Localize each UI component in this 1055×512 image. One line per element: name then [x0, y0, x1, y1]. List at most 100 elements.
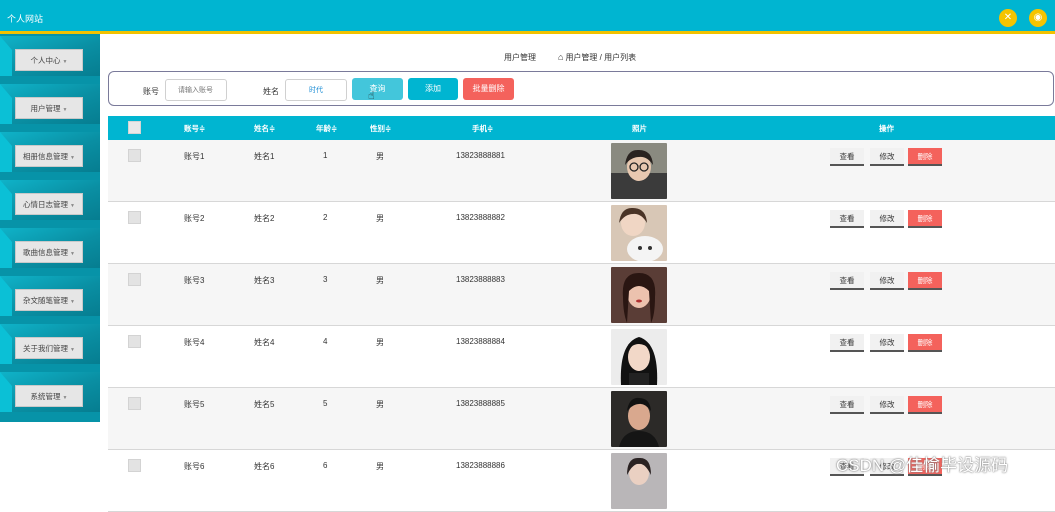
edit-button[interactable]: 修改	[870, 148, 904, 166]
main-content: 用户管理 ⌂用户管理 / 用户列表 账号 姓名 查询 添加 批量删除 ☝ 账号≑…	[100, 34, 1055, 512]
edit-button[interactable]: 修改	[870, 334, 904, 352]
chevron-down-icon: ▼	[70, 251, 75, 257]
row-checkbox[interactable]	[128, 397, 141, 410]
sidebar-item-personal-center[interactable]: 个人中心 ▼	[0, 36, 100, 76]
row-checkbox[interactable]	[128, 335, 141, 348]
name-label: 姓名	[263, 87, 279, 96]
delete-button[interactable]: 删除	[908, 210, 942, 228]
table-header: 账号≑ 姓名≑ 年龄≑ 性别≑ 手机≑ 照片 操作	[108, 116, 1055, 140]
sidebar-item-essays[interactable]: 杂文随笔管理 ▼	[0, 276, 100, 316]
cell-account: 账号6	[184, 462, 205, 471]
account-label: 账号	[143, 87, 159, 96]
header-gender[interactable]: 性别≑	[370, 123, 391, 134]
cell-gender: 男	[376, 214, 384, 223]
sidebar-item-songs[interactable]: 歌曲信息管理 ▼	[0, 228, 100, 268]
account-search-input[interactable]	[165, 79, 227, 101]
cell-gender: 男	[376, 152, 384, 161]
chevron-down-icon: ▼	[70, 347, 75, 353]
cell-name: 姓名2	[254, 214, 275, 223]
header-photo: 照片	[632, 124, 647, 133]
table-row: 账号2 姓名2 2 男 13823888882 查看 修改 删除	[108, 202, 1055, 264]
sidebar-item-system[interactable]: 系统管理 ▼	[0, 372, 100, 412]
breadcrumb: ⌂ 用户管理 / 用户列表	[558, 52, 636, 63]
cell-name: 姓名3	[254, 276, 275, 285]
delete-button[interactable]: 删除	[908, 148, 942, 166]
view-button[interactable]: 查看	[830, 272, 864, 290]
sidebar-button[interactable]: 个人中心 ▼	[15, 49, 83, 71]
table-row: 账号3 姓名3 3 男 13823888883 查看 修改 删除	[108, 264, 1055, 326]
sidebar-button[interactable]: 歌曲信息管理 ▼	[15, 241, 83, 263]
user-icon[interactable]: ◉	[1029, 9, 1047, 27]
chevron-down-icon: ▼	[62, 107, 68, 113]
cell-gender: 男	[376, 462, 384, 471]
sidebar-item-about-us[interactable]: 关于我们管理 ▼	[0, 324, 100, 364]
cell-age: 5	[323, 399, 328, 408]
cell-name: 姓名5	[254, 400, 275, 409]
sidebar-item-users[interactable]: 用户管理 ▼	[0, 84, 100, 124]
row-checkbox[interactable]	[128, 211, 141, 224]
header-age[interactable]: 年龄≑	[316, 123, 337, 134]
sidebar-button[interactable]: 系统管理 ▼	[15, 385, 83, 407]
edit-button[interactable]: 修改	[870, 210, 904, 228]
cell-gender: 男	[376, 276, 384, 285]
batch-delete-button[interactable]: 批量删除	[463, 78, 514, 100]
chevron-down-icon: ▼	[70, 155, 75, 161]
table-row: 账号4 姓名4 4 男 13823888884 查看 修改 删除	[108, 326, 1055, 388]
name-search-input[interactable]	[285, 79, 347, 101]
fullscreen-icon[interactable]: ✕	[999, 9, 1017, 27]
sidebar-item-album[interactable]: 相册信息管理 ▼	[0, 132, 100, 172]
cell-account: 账号4	[184, 338, 205, 347]
cell-age: 3	[323, 275, 328, 284]
sidebar-button[interactable]: 关于我们管理 ▼	[15, 337, 83, 359]
delete-button[interactable]: 删除	[908, 272, 942, 290]
cell-age: 2	[323, 213, 328, 222]
view-button[interactable]: 查看	[830, 210, 864, 228]
chevron-down-icon: ▼	[70, 299, 75, 305]
chevron-down-icon: ▼	[62, 59, 68, 65]
cell-account: 账号2	[184, 214, 205, 223]
top-bar: 个人网站 ✕ ◉	[0, 0, 1055, 34]
cell-name: 姓名6	[254, 462, 275, 471]
header-name[interactable]: 姓名≑	[254, 123, 275, 134]
edit-button[interactable]: 修改	[870, 272, 904, 290]
cell-phone: 13823888882	[456, 213, 505, 222]
cell-phone: 13823888883	[456, 275, 505, 284]
header-phone[interactable]: 手机≑	[472, 123, 493, 134]
mouse-cursor-icon: ☝	[368, 90, 375, 102]
row-checkbox[interactable]	[128, 273, 141, 286]
cell-gender: 男	[376, 400, 384, 409]
row-checkbox[interactable]	[128, 459, 141, 472]
edit-button[interactable]: 修改	[870, 396, 904, 414]
user-photo	[611, 143, 667, 199]
watermark: CSDN @佳愉毕设源码	[836, 456, 1009, 475]
header-account[interactable]: 账号≑	[184, 123, 205, 134]
cell-age: 1	[323, 151, 328, 160]
sidebar-button[interactable]: 相册信息管理 ▼	[15, 145, 83, 167]
sidebar-button[interactable]: 杂文随笔管理 ▼	[15, 289, 83, 311]
delete-button[interactable]: 删除	[908, 396, 942, 414]
user-photo	[611, 267, 667, 323]
query-button[interactable]: 查询	[352, 78, 403, 100]
add-button[interactable]: 添加	[408, 78, 458, 100]
user-photo	[611, 391, 667, 447]
view-button[interactable]: 查看	[830, 148, 864, 166]
view-button[interactable]: 查看	[830, 396, 864, 414]
row-checkbox[interactable]	[128, 149, 141, 162]
cell-name: 姓名1	[254, 152, 275, 161]
cell-age: 6	[323, 461, 328, 470]
cell-phone: 13823888886	[456, 461, 505, 470]
cell-name: 姓名4	[254, 338, 275, 347]
table-row: 账号1 姓名1 1 男 13823888881 查看 修改 删除	[108, 140, 1055, 202]
sidebar-button[interactable]: 心情日志管理 ▼	[15, 193, 83, 215]
cell-account: 账号5	[184, 400, 205, 409]
sidebar-button[interactable]: 用户管理 ▼	[15, 97, 83, 119]
home-icon[interactable]: ⌂	[558, 52, 563, 62]
sidebar-item-mood-log[interactable]: 心情日志管理 ▼	[0, 180, 100, 220]
view-button[interactable]: 查看	[830, 334, 864, 352]
cell-phone: 13823888881	[456, 151, 505, 160]
select-all-checkbox[interactable]	[128, 121, 141, 134]
page-title: 用户管理	[504, 53, 536, 62]
delete-button[interactable]: 删除	[908, 334, 942, 352]
breadcrumb-path[interactable]: 用户管理 / 用户列表	[565, 53, 636, 62]
table-row: 账号5 姓名5 5 男 13823888885 查看 修改 删除	[108, 388, 1055, 450]
